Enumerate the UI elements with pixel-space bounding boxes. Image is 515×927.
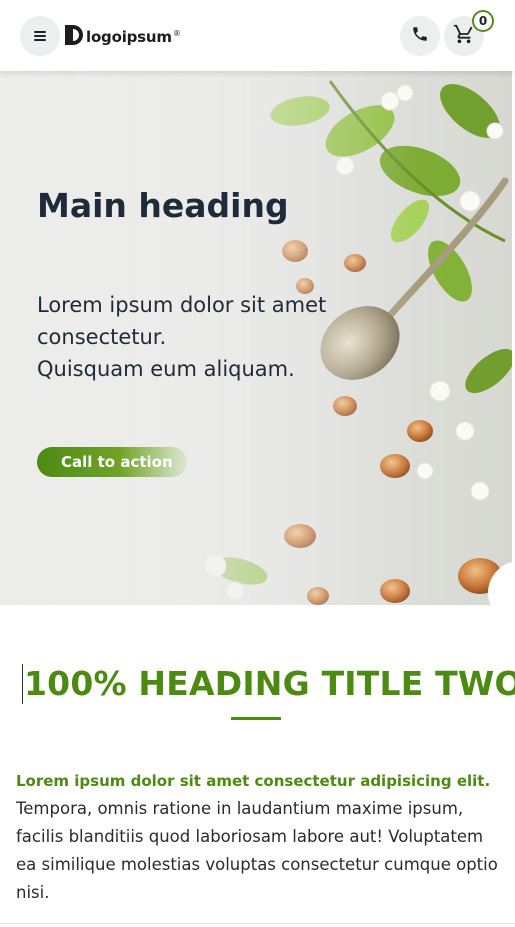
cart-icon — [453, 23, 475, 49]
menu-button[interactable] — [20, 16, 60, 56]
logo-mark-icon — [63, 23, 83, 51]
section-body-text: Tempora, omnis ratione in laudantium max… — [16, 799, 498, 902]
call-to-action-button[interactable]: Call to action — [37, 447, 187, 477]
logo[interactable]: logoipsum ® — [63, 24, 181, 50]
hero-text-line-1: Lorem ipsum dolor sit amet consectetur. — [37, 293, 327, 349]
site-header: logoipsum ® 0 — [0, 0, 515, 71]
hero-text: Lorem ipsum dolor sit amet consectetur. … — [37, 289, 367, 385]
logo-text: logoipsum — [86, 28, 172, 46]
hamburger-icon — [33, 27, 47, 46]
phone-icon — [411, 25, 429, 47]
hero-heading: Main heading — [37, 186, 289, 225]
hero-text-line-2: Quisquam eum aliquam. — [37, 357, 295, 381]
section-lead-text: Lorem ipsum dolor sit amet consectetur a… — [16, 772, 491, 790]
phone-button[interactable] — [400, 16, 440, 56]
text-caret — [22, 664, 23, 704]
heading-underline-divider — [231, 717, 281, 720]
section-bottom-divider — [0, 923, 515, 924]
logo-registered-mark: ® — [172, 28, 181, 38]
cart-count-badge: 0 — [472, 10, 494, 32]
section-heading: 100% HEADING TITLE TWO — [24, 664, 515, 703]
hero-banner: Main heading Lorem ipsum dolor sit amet … — [0, 71, 512, 605]
